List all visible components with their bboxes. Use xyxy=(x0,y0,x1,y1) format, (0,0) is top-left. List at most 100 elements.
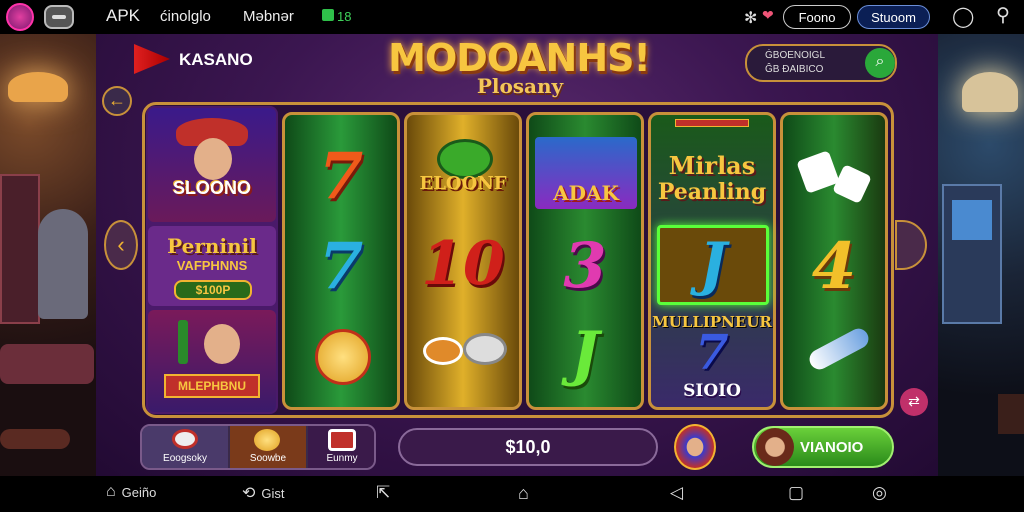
nav-item-recent[interactable]: ▢ xyxy=(788,483,804,503)
status-app-1: ćinolglo xyxy=(160,8,211,25)
dice-icon xyxy=(832,164,872,204)
game-subtitle: Plosany xyxy=(476,74,564,98)
chips-icon xyxy=(423,337,463,365)
character-card-2[interactable]: Perninil VAFPHNNS $100P xyxy=(148,226,276,306)
reel4-top-bar xyxy=(675,119,749,127)
nav2-label: Gist xyxy=(261,485,285,501)
back-icon: ◁ xyxy=(670,483,684,502)
tab1-label: Eoogsoky xyxy=(163,453,207,464)
foono-button[interactable]: Foono xyxy=(783,5,851,29)
chat-icon[interactable]: ◯ xyxy=(952,4,974,29)
back-button[interactable]: ← xyxy=(102,86,132,116)
reel1-symbol-1: 7 xyxy=(318,139,364,214)
character-card-1[interactable]: SLOONO xyxy=(148,108,276,222)
person-icon xyxy=(38,209,88,319)
reel4-highlight: J xyxy=(657,225,769,305)
tab-soowbe[interactable]: Soowbe xyxy=(230,426,306,468)
card2-badge[interactable]: $100P xyxy=(174,280,252,300)
coin-icon xyxy=(315,329,371,385)
reel3-symbol-card: ADAK xyxy=(535,137,637,209)
horn-icon xyxy=(806,325,872,373)
reel-5[interactable]: 4 xyxy=(780,112,888,410)
bottle-icon xyxy=(178,320,188,364)
left-panel: SLOONO Perninil VAFPHNNS $100P MLEPHBNU xyxy=(146,106,278,414)
nav-item-home[interactable]: ⌂ xyxy=(518,483,529,504)
search-icon[interactable]: ⚲ xyxy=(996,4,1010,27)
nav-item-back[interactable]: ◁ xyxy=(670,483,683,503)
lamp-glow-icon xyxy=(8,72,68,102)
tab3-label: Eunmy xyxy=(326,453,358,464)
search-icon[interactable]: ⌕ xyxy=(865,48,895,78)
reel1-symbol-2: 7 xyxy=(318,229,364,304)
bet-amount: $10,0 xyxy=(505,437,551,457)
bet-amount-field[interactable]: $10,0 xyxy=(398,428,658,466)
reel-3[interactable]: ADAK 3 J xyxy=(526,112,644,410)
home-icon: ⌂ xyxy=(106,483,116,500)
chip-icon xyxy=(172,429,198,449)
bottom-tabs: Eoogsoky Soowbe Eunmy xyxy=(140,424,376,470)
nav-item-geino[interactable]: ⌂ Geiño xyxy=(106,483,156,501)
reel-2[interactable]: ELOONF 10 xyxy=(404,112,522,410)
reel3-symbol-1: ADAK xyxy=(553,181,619,205)
reel4-symbol-mid: J xyxy=(699,230,727,298)
avatar xyxy=(756,428,794,466)
notification-icon xyxy=(322,9,334,21)
slot-machine-icon xyxy=(0,174,40,324)
foono-label: Foono xyxy=(798,9,836,25)
reel2-symbol-2: 10 xyxy=(421,229,505,299)
action-button[interactable]: VIANOIO xyxy=(752,426,894,468)
tab-eunmy[interactable]: Eunmy xyxy=(308,426,374,468)
reel4-symbol-bottom: 7 xyxy=(695,325,729,381)
action-label: VIANOIO xyxy=(800,439,864,456)
stool-icon xyxy=(0,429,70,449)
slot-machine-icon xyxy=(942,184,1002,324)
nav-item-menu[interactable]: ◎ xyxy=(872,483,887,503)
card2-badge-label: $100P xyxy=(195,283,231,297)
reel4-line-1: Mirlas xyxy=(668,151,756,180)
home-icon: ⌂ xyxy=(518,483,529,503)
status-bar: APK ćinolglo Məbnər 18 ✻ ❤ Foono Stuoom … xyxy=(0,0,1024,34)
reel5-symbol-2: 4 xyxy=(811,229,857,304)
settings-icon[interactable]: ✻ xyxy=(744,8,757,28)
notification-count: 18 xyxy=(337,9,352,24)
info-panel[interactable]: ĠBOENOIGL ĜB ĐAIBICO ⌕ xyxy=(745,44,897,82)
refresh-icon: ⟲ xyxy=(242,485,256,502)
card3-banner: MLEPHBNU xyxy=(164,374,260,398)
reel3-symbol-2: 3 xyxy=(563,229,607,302)
app-icon-2[interactable] xyxy=(44,5,74,29)
character-card-3[interactable]: MLEPHBNU xyxy=(148,310,276,412)
nav-item-gist[interactable]: ⟲ Gist xyxy=(242,483,285,503)
card3-label: MLEPHBNU xyxy=(178,379,246,393)
avatar-badge[interactable] xyxy=(674,424,716,470)
circle-icon: ◎ xyxy=(872,483,887,502)
stuoom-label: Stuoom xyxy=(871,9,916,25)
coin-icon xyxy=(254,429,280,451)
lamp-glow-icon xyxy=(962,72,1018,112)
reel-4[interactable]: Mirlas Peanling J MULLIPNEUR 7 SIOIO xyxy=(648,112,776,410)
reel3-symbol-3: J xyxy=(570,319,600,389)
apk-label: APK xyxy=(106,6,141,25)
square-icon: ▢ xyxy=(788,483,805,502)
reel-1[interactable]: 7 7 xyxy=(282,112,400,410)
stuoom-button[interactable]: Stuoom xyxy=(857,5,930,29)
reel4-label: SIOIO xyxy=(683,381,741,401)
prev-arrow-button[interactable]: ‹ xyxy=(104,220,138,270)
heart-icon[interactable]: ❤ xyxy=(762,7,774,24)
stool-icon xyxy=(998,394,1024,434)
app-icon-1[interactable] xyxy=(6,3,34,31)
info-line-1: ĠBOENOIGL xyxy=(765,50,826,61)
share-icon: ⇱ xyxy=(376,483,391,502)
face-icon xyxy=(194,138,232,180)
share-button[interactable]: ⇄ xyxy=(900,388,928,416)
card1-label: SLOONO xyxy=(172,178,251,198)
info-line-2: ĜB ĐAIBICO xyxy=(765,64,824,75)
tab-eoogsoky[interactable]: Eoogsoky xyxy=(142,426,228,468)
chip-stack-icon xyxy=(328,429,356,451)
casino-background-left xyxy=(0,34,96,476)
brand-name: KASANO xyxy=(179,50,253,69)
card2-line-2: VAFPHNNS xyxy=(176,258,248,273)
reel2-symbol-1: ELOONF xyxy=(419,173,507,194)
status-app-2: Məbnər xyxy=(243,8,294,25)
nav1-label: Geiño xyxy=(121,484,157,500)
nav-item-share[interactable]: ⇱ xyxy=(376,483,390,503)
